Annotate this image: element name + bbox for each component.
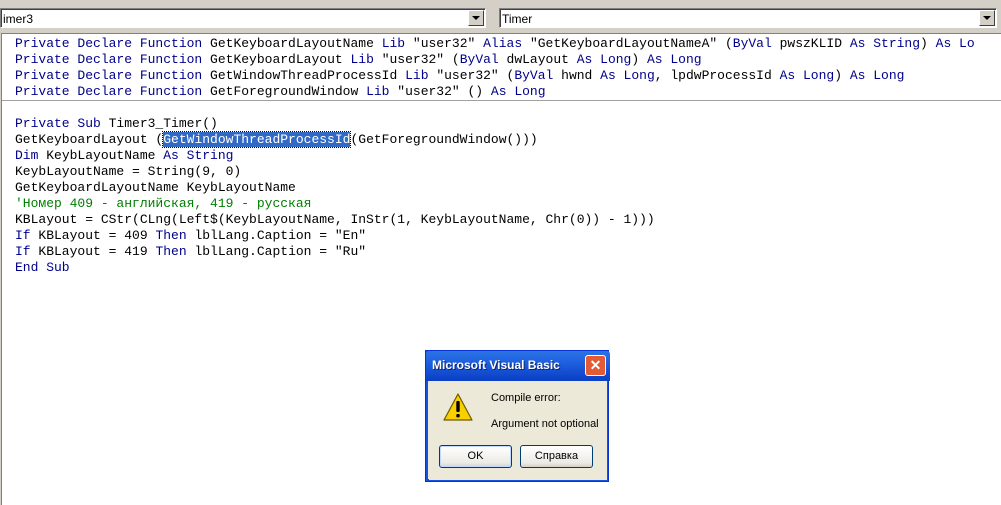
code-comment: 'Номер 409 - английская, 419 - русская bbox=[15, 196, 312, 211]
code-text: ) bbox=[920, 36, 936, 51]
code-text: "user32" () bbox=[397, 84, 491, 99]
code-keyword: ByVal bbox=[459, 52, 507, 67]
code-text: ) bbox=[631, 52, 647, 67]
declarations-section[interactable]: Private Declare Function GetKeyboardLayo… bbox=[15, 36, 975, 100]
code-keyword: Private Declare Function bbox=[15, 68, 211, 83]
compile-error-dialog: Microsoft Visual Basic ✕ Compile error: … bbox=[425, 350, 610, 482]
code-text: KeybLayoutName = String(9, 0) bbox=[15, 164, 242, 179]
code-keyword: Private Declare Function bbox=[15, 52, 211, 67]
code-text: hwnd bbox=[561, 68, 601, 83]
code-keyword: As Long bbox=[490, 84, 546, 99]
chevron-down-icon bbox=[472, 16, 480, 20]
code-line[interactable]: Private Declare Function GetWindowThread… bbox=[15, 68, 975, 84]
code-text: "user32" ( bbox=[436, 68, 515, 83]
procedure-separator bbox=[2, 100, 1001, 101]
error-message: Argument not optional bbox=[491, 418, 599, 430]
code-text: "user32" bbox=[412, 36, 484, 51]
code-keyword: ByVal bbox=[732, 36, 780, 51]
code-text: KBLayout = 409 bbox=[38, 228, 156, 243]
code-keyword: As String bbox=[163, 148, 234, 163]
code-text: GetKeyboardLayoutName bbox=[210, 36, 382, 51]
object-combo[interactable]: imer3 bbox=[0, 8, 486, 28]
code-keyword: As Long bbox=[600, 68, 655, 83]
code-keyword: Then bbox=[155, 228, 195, 243]
code-line[interactable]: Private Declare Function GetKeyboardLayo… bbox=[15, 52, 975, 68]
code-line[interactable]: GetKeyboardLayout (GetWindowThreadProces… bbox=[15, 131, 655, 148]
code-line[interactable]: End Sub bbox=[15, 260, 655, 276]
code-keyword: Lib bbox=[366, 84, 398, 99]
code-text: ) bbox=[834, 68, 850, 83]
code-text: pwszKLID bbox=[779, 36, 850, 51]
code-keyword: Private Declare Function bbox=[15, 36, 211, 51]
dialog-titlebar[interactable]: Microsoft Visual Basic ✕ bbox=[426, 351, 610, 381]
code-text: KBLayout = CStr(CLng(Left$(KeybLayoutNam… bbox=[15, 212, 655, 227]
code-keyword: Private Declare Function bbox=[15, 84, 211, 99]
code-text: KeybLayoutName bbox=[46, 148, 164, 163]
error-heading: Compile error: bbox=[491, 392, 561, 404]
code-text: KBLayout = 419 bbox=[38, 244, 156, 259]
code-keyword: As String bbox=[849, 36, 921, 51]
close-icon: ✕ bbox=[589, 357, 602, 373]
code-text: lblLang.Caption = "Ru" bbox=[194, 244, 367, 259]
code-line[interactable]: If KBLayout = 419 Then lblLang.Caption =… bbox=[15, 244, 655, 260]
code-keyword: If bbox=[15, 244, 39, 259]
code-line[interactable]: Private Declare Function GetForegroundWi… bbox=[15, 84, 975, 100]
chevron-down-icon bbox=[983, 16, 991, 20]
warning-icon bbox=[443, 393, 473, 421]
code-line[interactable]: Private Sub Timer3_Timer() bbox=[15, 116, 655, 132]
close-button[interactable]: ✕ bbox=[585, 355, 606, 376]
code-text: (GetForegroundWindow())) bbox=[350, 132, 538, 147]
code-line[interactable]: 'Номер 409 - английская, 419 - русская bbox=[15, 196, 655, 212]
code-keyword: End Sub bbox=[15, 260, 70, 275]
code-line[interactable]: KeybLayoutName = String(9, 0) bbox=[15, 164, 655, 180]
code-text: "GetKeyboardLayoutNameA" ( bbox=[529, 36, 733, 51]
code-keyword: Alias bbox=[483, 36, 530, 51]
code-keyword: As Long bbox=[779, 68, 835, 83]
code-keyword: Dim bbox=[15, 148, 47, 163]
code-text: GetKeyboardLayoutName KeybLayoutName bbox=[15, 180, 296, 195]
object-combo-value: imer3 bbox=[3, 12, 34, 26]
code-text: dwLayout bbox=[506, 52, 577, 67]
ok-button[interactable]: OK bbox=[439, 445, 512, 468]
code-text: Timer3_Timer() bbox=[108, 116, 218, 131]
code-keyword: Lib bbox=[405, 68, 437, 83]
code-line[interactable]: Private Declare Function GetKeyboardLayo… bbox=[15, 36, 975, 52]
code-keyword: Lib bbox=[381, 36, 413, 51]
code-line[interactable]: KBLayout = CStr(CLng(Left$(KeybLayoutNam… bbox=[15, 212, 655, 228]
code-text: GetKeyboardLayout bbox=[210, 52, 351, 67]
code-text: GetWindowThreadProcessId bbox=[210, 68, 406, 83]
code-keyword: Then bbox=[155, 244, 195, 259]
code-line[interactable]: If KBLayout = 409 Then lblLang.Caption =… bbox=[15, 228, 655, 244]
code-keyword: ByVal bbox=[514, 68, 562, 83]
code-keyword: As Long bbox=[849, 68, 905, 83]
code-keyword: If bbox=[15, 228, 39, 243]
code-text: , lpdwProcessId bbox=[654, 68, 780, 83]
procedure-combo-value: Timer bbox=[502, 12, 533, 26]
code-text: lblLang.Caption = "En" bbox=[194, 228, 367, 243]
code-keyword: Private Sub bbox=[15, 116, 109, 131]
code-keyword: As Lo bbox=[935, 36, 975, 51]
object-combo-dropdown-button[interactable] bbox=[468, 10, 484, 26]
code-text: GetForegroundWindow bbox=[210, 84, 367, 99]
dialog-title: Microsoft Visual Basic bbox=[432, 358, 560, 372]
procedure-combo-dropdown-button[interactable] bbox=[979, 10, 995, 26]
help-button[interactable]: Справка bbox=[520, 445, 593, 468]
code-line[interactable]: Dim KeybLayoutName As String bbox=[15, 148, 655, 164]
code-line[interactable]: GetKeyboardLayoutName KeybLayoutName bbox=[15, 180, 655, 196]
code-keyword: As Long bbox=[646, 52, 702, 67]
code-text: GetKeyboardLayout ( bbox=[15, 132, 164, 147]
code-text: "user32" ( bbox=[381, 52, 460, 67]
selected-text: GetWindowThreadProcessId bbox=[162, 131, 352, 148]
code-keyword: Lib bbox=[350, 52, 382, 67]
code-keyword: As Long bbox=[576, 52, 632, 67]
dialog-body: Compile error: Argument not optional OK … bbox=[429, 381, 607, 480]
procedure-combo[interactable]: Timer bbox=[499, 8, 997, 28]
procedure-body[interactable]: Private Sub Timer3_Timer() GetKeyboardLay… bbox=[15, 116, 655, 276]
